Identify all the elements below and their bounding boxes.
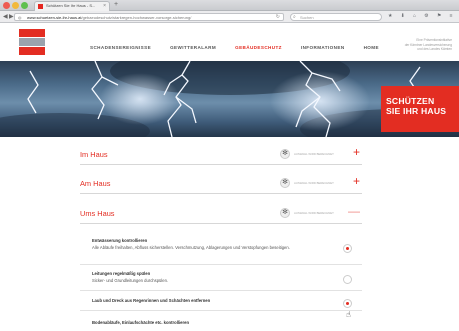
- search-input[interactable]: ⌕ Suchen: [290, 13, 382, 21]
- back-arrow-icon[interactable]: ◀: [3, 13, 8, 20]
- address-bar[interactable]: ◍ www.schuetzen-sie-ihr-haus.at/gebaeude…: [14, 13, 284, 21]
- nav-gewitteralarm[interactable]: GEWITTERALARM: [170, 45, 216, 50]
- hero-line-1: SCHÜTZEN: [386, 96, 435, 106]
- section-note: AUSWAHL WIRD BERECHNET: [294, 152, 334, 156]
- tab-bar: Schützen Sie Ihr Haus - S... × +: [0, 0, 459, 11]
- item-title: Laub und Dreck aus Regenrinnen und Schäc…: [92, 298, 211, 303]
- new-tab-button[interactable]: +: [114, 1, 118, 8]
- toolbar-icons[interactable]: ★ ⬇ ⌂ ⚙ ⚑ ≡ ☰: [388, 13, 459, 19]
- address-host: www.schuetzen-sie-ihr-haus.at: [27, 15, 82, 20]
- section-note: AUSWAHL WIRD BERECHNET: [294, 181, 334, 185]
- section-ums-haus[interactable]: Ums Haus ✻ AUSWAHL WIRD BERECHNET —: [80, 204, 362, 224]
- list-item: Entwässerung kontrollieren Alle Abläufe …: [80, 238, 362, 265]
- nav-schadensereignisse[interactable]: SCHADENSEREIGNISSE: [90, 45, 151, 50]
- item-title: Leitungen regelmäßig spülen: [92, 271, 151, 276]
- nav-gebaeudeschutz[interactable]: GEBÄUDESCHUTZ: [235, 45, 282, 50]
- gear-icon: ✻: [280, 208, 290, 218]
- item-text: Alle Abläufe freihalten, Abfluss sichers…: [92, 245, 290, 250]
- hero-line-2: SIE IHR HAUS: [386, 106, 447, 116]
- browser-window: Schützen Sie Ihr Haus - S... × + ◀ ▶ ◍ w…: [0, 0, 459, 331]
- address-text[interactable]: www.schuetzen-sie-ihr-haus.at/gebaeudesc…: [27, 15, 191, 20]
- gear-icon: ✻: [280, 149, 290, 159]
- section-im-haus[interactable]: Im Haus ✻ AUSWAHL WIRD BERECHNET +: [80, 145, 362, 165]
- section-am-haus[interactable]: Am Haus ✻ AUSWAHL WIRD BERECHNET +: [80, 174, 362, 194]
- section-title: Im Haus: [80, 150, 108, 159]
- navigation-toolbar: ◀ ▶ ◍ www.schuetzen-sie-ihr-haus.at/geba…: [0, 11, 459, 23]
- list-item: Leitungen regelmäßig spülen Sicker- und …: [80, 271, 362, 291]
- item-checkbox[interactable]: [343, 275, 352, 284]
- section-title: Ums Haus: [80, 209, 115, 218]
- item-title: Entwässerung kontrollieren: [92, 238, 148, 243]
- address-path: /gebaeudeschutz/starkregen-hochwasser-vo…: [81, 15, 192, 20]
- forward-arrow-icon[interactable]: ▶: [9, 13, 14, 20]
- search-placeholder: Suchen: [300, 15, 314, 20]
- nav-home[interactable]: HOME: [364, 45, 379, 50]
- list-item: Bodenabläufe, Einlaufschächte etc. kontr…: [80, 320, 362, 331]
- site-logo-icon[interactable]: [19, 29, 45, 55]
- header-note-line: und des Landes Kärnten: [417, 47, 452, 51]
- item-checkbox[interactable]: [343, 244, 352, 253]
- globe-icon: ◍: [18, 15, 22, 20]
- section-note: AUSWAHL WIRD BERECHNET: [294, 211, 334, 215]
- search-icon: ⌕: [293, 14, 296, 20]
- nav-informationen[interactable]: INFORMATIONEN: [301, 45, 345, 50]
- minimize-window-button[interactable]: [12, 2, 19, 9]
- tab-title: Schützen Sie Ihr Haus - S...: [46, 3, 96, 8]
- hand-cursor-icon: ☝: [346, 310, 351, 319]
- header-note: Eine Präventionsinitiative der Kärntner …: [405, 38, 452, 52]
- reload-icon[interactable]: ↻: [276, 14, 280, 20]
- item-title: Bodenabläufe, Einlaufschächte etc. kontr…: [92, 320, 190, 325]
- collapse-toggle-icon[interactable]: —: [348, 205, 360, 217]
- gear-icon: ✻: [280, 178, 290, 188]
- tab-close-icon[interactable]: ×: [103, 3, 106, 9]
- expand-toggle-icon[interactable]: +: [353, 175, 360, 187]
- item-checkbox[interactable]: [343, 299, 352, 308]
- site-header: SCHADENSEREIGNISSE GEWITTERALARM GEBÄUDE…: [0, 24, 459, 61]
- hero-badge: SCHÜTZEN SIE IHR HAUS: [381, 86, 459, 132]
- close-window-button[interactable]: [3, 2, 10, 9]
- zoom-window-button[interactable]: [21, 2, 28, 9]
- expand-toggle-icon[interactable]: +: [353, 146, 360, 158]
- section-title: Am Haus: [80, 179, 111, 188]
- browser-tab[interactable]: Schützen Sie Ihr Haus - S... ×: [34, 1, 110, 11]
- list-item: Laub und Dreck aus Regenrinnen und Schäc…: [80, 298, 362, 311]
- favicon-icon: [38, 4, 43, 9]
- main-navigation: SCHADENSEREIGNISSE GEWITTERALARM GEBÄUDE…: [90, 45, 379, 50]
- item-text: Sicker- und Grundleitungen durchspülen.: [92, 278, 169, 283]
